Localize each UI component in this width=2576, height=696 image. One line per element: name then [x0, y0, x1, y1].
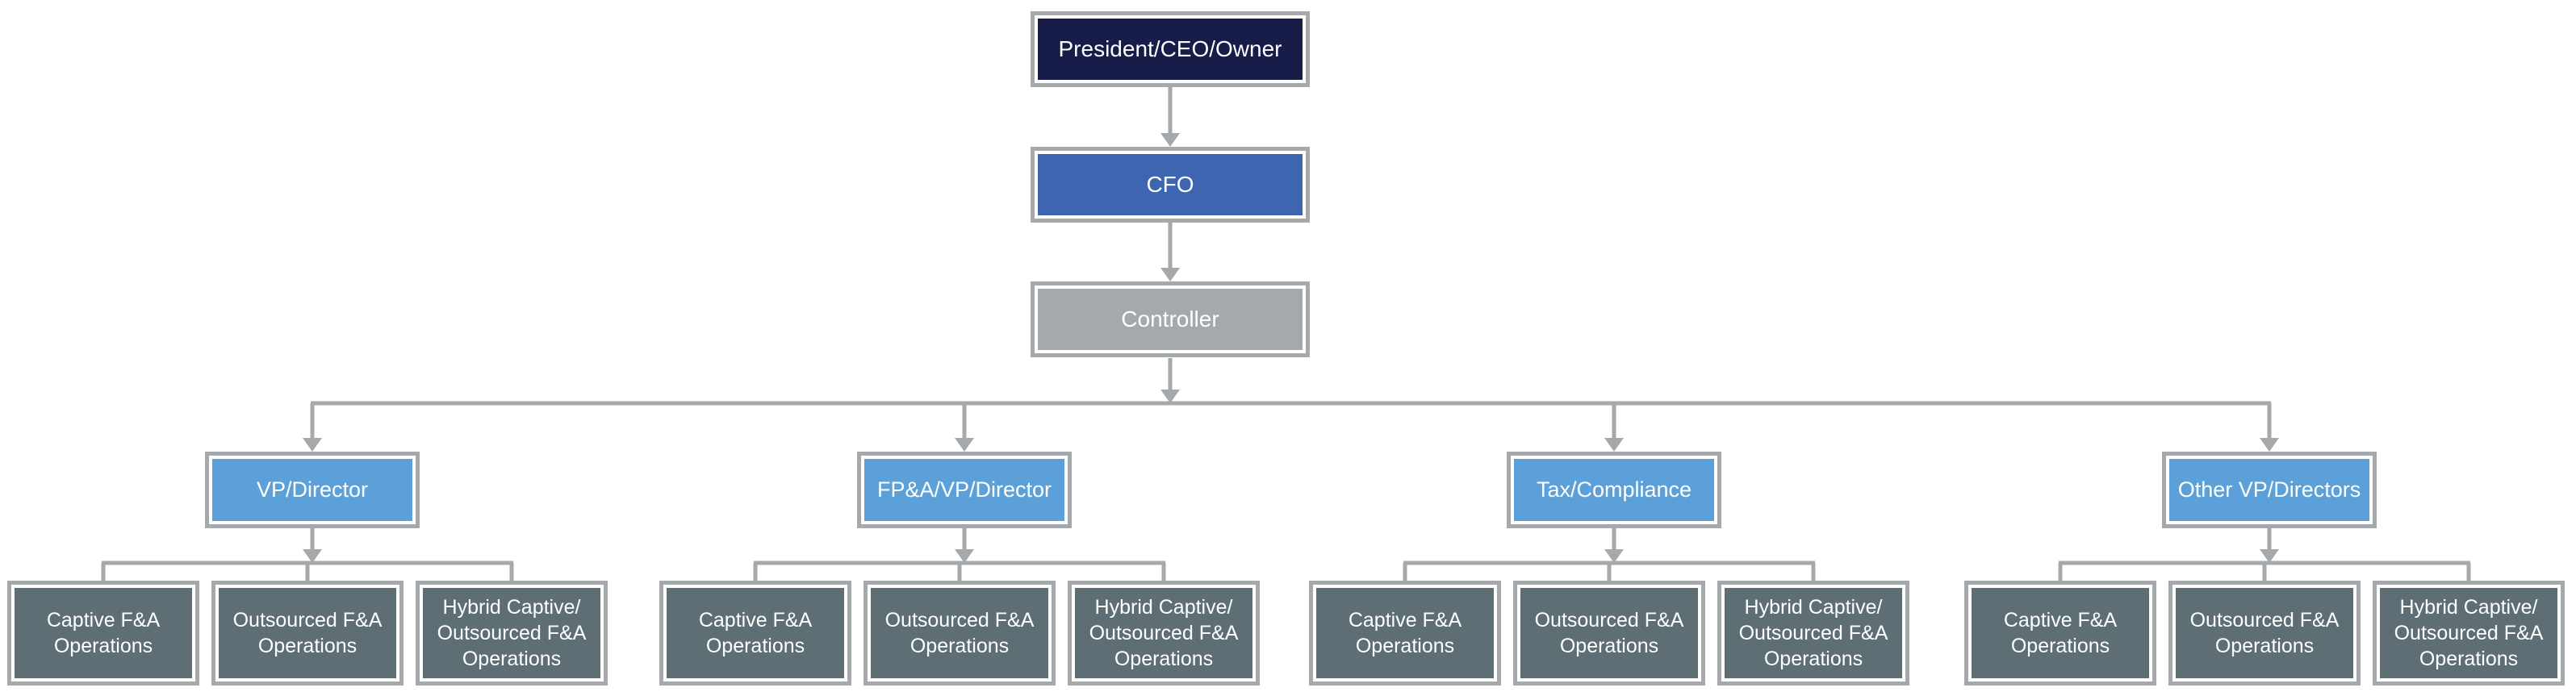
node-label: President/CEO/Owner	[1038, 19, 1303, 80]
node-director: Tax/Compliance	[1507, 452, 1721, 528]
node-operations: Hybrid Captive/ Outsourced F&A Operation…	[416, 581, 608, 686]
node-label: Other VP/Directors	[2169, 459, 2369, 521]
node-operations: Hybrid Captive/ Outsourced F&A Operation…	[1068, 581, 1260, 686]
node-label: Outsourced F&A Operations	[219, 588, 396, 678]
node-label: Outsourced F&A Operations	[2176, 588, 2353, 678]
arrowhead-icon	[2260, 438, 2279, 452]
node-label: Hybrid Captive/ Outsourced F&A Operation…	[423, 588, 600, 678]
node-director: Other VP/Directors	[2162, 452, 2377, 528]
node-operations: Captive F&A Operations	[1964, 581, 2156, 686]
node-label: Hybrid Captive/ Outsourced F&A Operation…	[1075, 588, 1252, 678]
node-label: Captive F&A Operations	[15, 588, 192, 678]
arrowhead-icon	[955, 438, 974, 452]
arrowhead-icon	[303, 549, 322, 563]
node-operations: Captive F&A Operations	[7, 581, 199, 686]
node-operations: Outsourced F&A Operations	[1513, 581, 1705, 686]
node-label: Captive F&A Operations	[667, 588, 844, 678]
node-operations: Outsourced F&A Operations	[864, 581, 1056, 686]
node-label: Hybrid Captive/ Outsourced F&A Operation…	[1725, 588, 1902, 678]
node-label: Captive F&A Operations	[1972, 588, 2149, 678]
arrowhead-icon	[1604, 549, 1624, 563]
node-operations: Hybrid Captive/ Outsourced F&A Operation…	[2373, 581, 2565, 686]
node-label: VP/Director	[212, 459, 412, 521]
node-label: Outsourced F&A Operations	[1520, 588, 1698, 678]
arrowhead-icon	[955, 549, 974, 563]
arrowhead-icon	[1604, 438, 1624, 452]
arrowhead-icon	[303, 438, 322, 452]
arrowhead-icon	[1160, 268, 1180, 281]
arrowhead-icon	[1160, 390, 1180, 403]
node-label: Captive F&A Operations	[1316, 588, 1494, 678]
node-label: Outsourced F&A Operations	[871, 588, 1048, 678]
node-operations: Outsourced F&A Operations	[2168, 581, 2361, 686]
node-label: Tax/Compliance	[1514, 459, 1714, 521]
node-operations: Hybrid Captive/ Outsourced F&A Operation…	[1717, 581, 1909, 686]
node-president-ceo-owner: President/CEO/Owner	[1031, 11, 1310, 87]
arrowhead-icon	[1160, 133, 1180, 147]
arrowhead-icon	[2260, 549, 2279, 563]
node-director: FP&A/VP/Director	[857, 452, 1072, 528]
node-operations: Captive F&A Operations	[659, 581, 851, 686]
node-label: Controller	[1038, 289, 1303, 350]
node-operations: Captive F&A Operations	[1309, 581, 1501, 686]
node-operations: Outsourced F&A Operations	[211, 581, 404, 686]
node-label: Hybrid Captive/ Outsourced F&A Operation…	[2380, 588, 2557, 678]
node-director: VP/Director	[205, 452, 420, 528]
node-controller: Controller	[1031, 281, 1310, 357]
node-cfo: CFO	[1031, 147, 1310, 223]
node-label: FP&A/VP/Director	[864, 459, 1064, 521]
node-label: CFO	[1038, 154, 1303, 215]
